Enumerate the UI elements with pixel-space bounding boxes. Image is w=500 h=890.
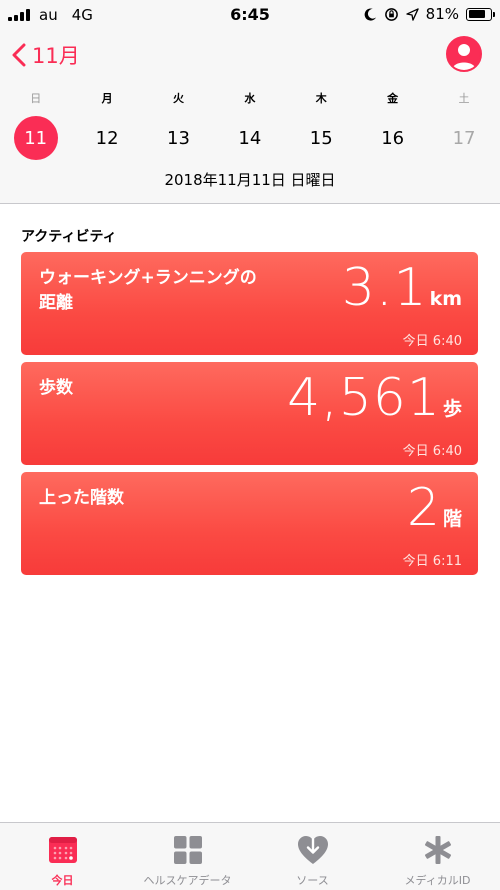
card-value: 3.1 km [342,258,462,318]
battery-icon [466,7,495,21]
person-icon [452,44,476,70]
date-cell[interactable]: 16 [357,116,428,160]
weekday-label: 日 [30,92,42,105]
date-cell-selected[interactable]: 11 [0,116,71,160]
moon-icon [364,8,376,21]
card-timestamp: 今日 6:40 [402,444,462,459]
profile-avatar-button[interactable] [446,36,482,72]
card-value-number: 2 [406,478,441,538]
weekday-label: 火 [172,92,184,105]
tab-label: 今日 [51,874,74,887]
weekday-row: 日 月 火 水 木 金 土 [0,90,500,106]
weekday-label: 水 [244,92,256,105]
card-value-number: 4,561 [287,368,441,428]
calendar-today-icon [46,833,80,867]
selected-date-circle: 11 [13,116,58,160]
card-label-line1: 上った階数 [39,488,124,508]
card-label: 歩数 [39,376,73,401]
date-row: 11 12 13 14 15 16 17 [0,116,500,160]
tab-sources[interactable]: ソース [250,823,375,890]
card-timestamp: 今日 6:11 [402,554,462,569]
location-icon [405,7,419,21]
status-bar: au 4G 6:45 81% [0,0,500,30]
card-value: 2階 [407,478,462,538]
card-label: ウォーキング+ランニングの 距離 [39,266,257,316]
date-cell[interactable]: 12 [71,116,142,160]
distance-card[interactable]: ウォーキング+ランニングの 距離 3.1 km 今日 6:40 [21,252,478,355]
date-cell-future: 17 [452,127,476,149]
grid-icon [171,833,205,867]
selected-date-label: 2018年11月11日 日曜日 [164,171,336,189]
steps-card[interactable]: 歩数 4,561 歩 今日 6:40 [21,362,478,465]
tab-bar: 今日 ヘルスケアデータ ソース メディカルID [0,822,500,890]
weekday-label: 土 [458,92,470,105]
tab-health-data[interactable]: ヘルスケアデータ [125,823,250,890]
tab-medical-id[interactable]: メディカルID [375,823,500,890]
back-label: 11月 [32,44,80,68]
weekday-label: 金 [387,92,399,105]
health-app-screen: au 4G 6:45 81% 11月 日 月 火 水 木 金 土 11 12 1… [0,0,500,890]
weekday-label: 木 [315,92,327,105]
calendar-header: 11月 日 月 火 水 木 金 土 11 12 13 14 15 16 17 2… [0,30,500,204]
tab-label: ソース [296,874,329,887]
section-title-activity: アクティビティ [21,229,117,245]
date-cell[interactable]: 14 [214,116,285,160]
card-value-unit: km [429,288,462,310]
weekday-label: 月 [101,92,113,105]
tab-label: メディカルID [404,874,471,887]
rotation-lock-icon [384,7,398,21]
heart-download-icon [296,833,330,867]
battery-fill [468,10,485,18]
card-timestamp: 今日 6:40 [402,334,462,349]
date-cell[interactable]: 15 [286,116,357,160]
card-label: 上った階数 [39,486,124,511]
asterisk-icon [421,833,455,867]
date-cell[interactable]: 13 [143,116,214,160]
status-right: 81% [364,5,495,23]
card-value-unit: 階 [442,508,462,530]
chevron-left-icon [12,43,26,67]
back-button[interactable]: 11月 [12,40,80,70]
floors-climbed-card[interactable]: 上った階数 2階 今日 6:11 [21,472,478,575]
tab-label: ヘルスケアデータ [143,874,232,887]
card-value: 4,561 歩 [287,368,462,428]
tab-today[interactable]: 今日 [0,823,125,890]
card-label-line1: 歩数 [39,378,73,398]
card-value-number: 3.1 [341,258,428,318]
card-label-line1: ウォーキング+ランニングの [39,268,257,288]
card-label-line2: 距離 [39,293,73,313]
card-value-unit: 歩 [442,398,462,420]
battery-percent: 81% [425,5,459,23]
